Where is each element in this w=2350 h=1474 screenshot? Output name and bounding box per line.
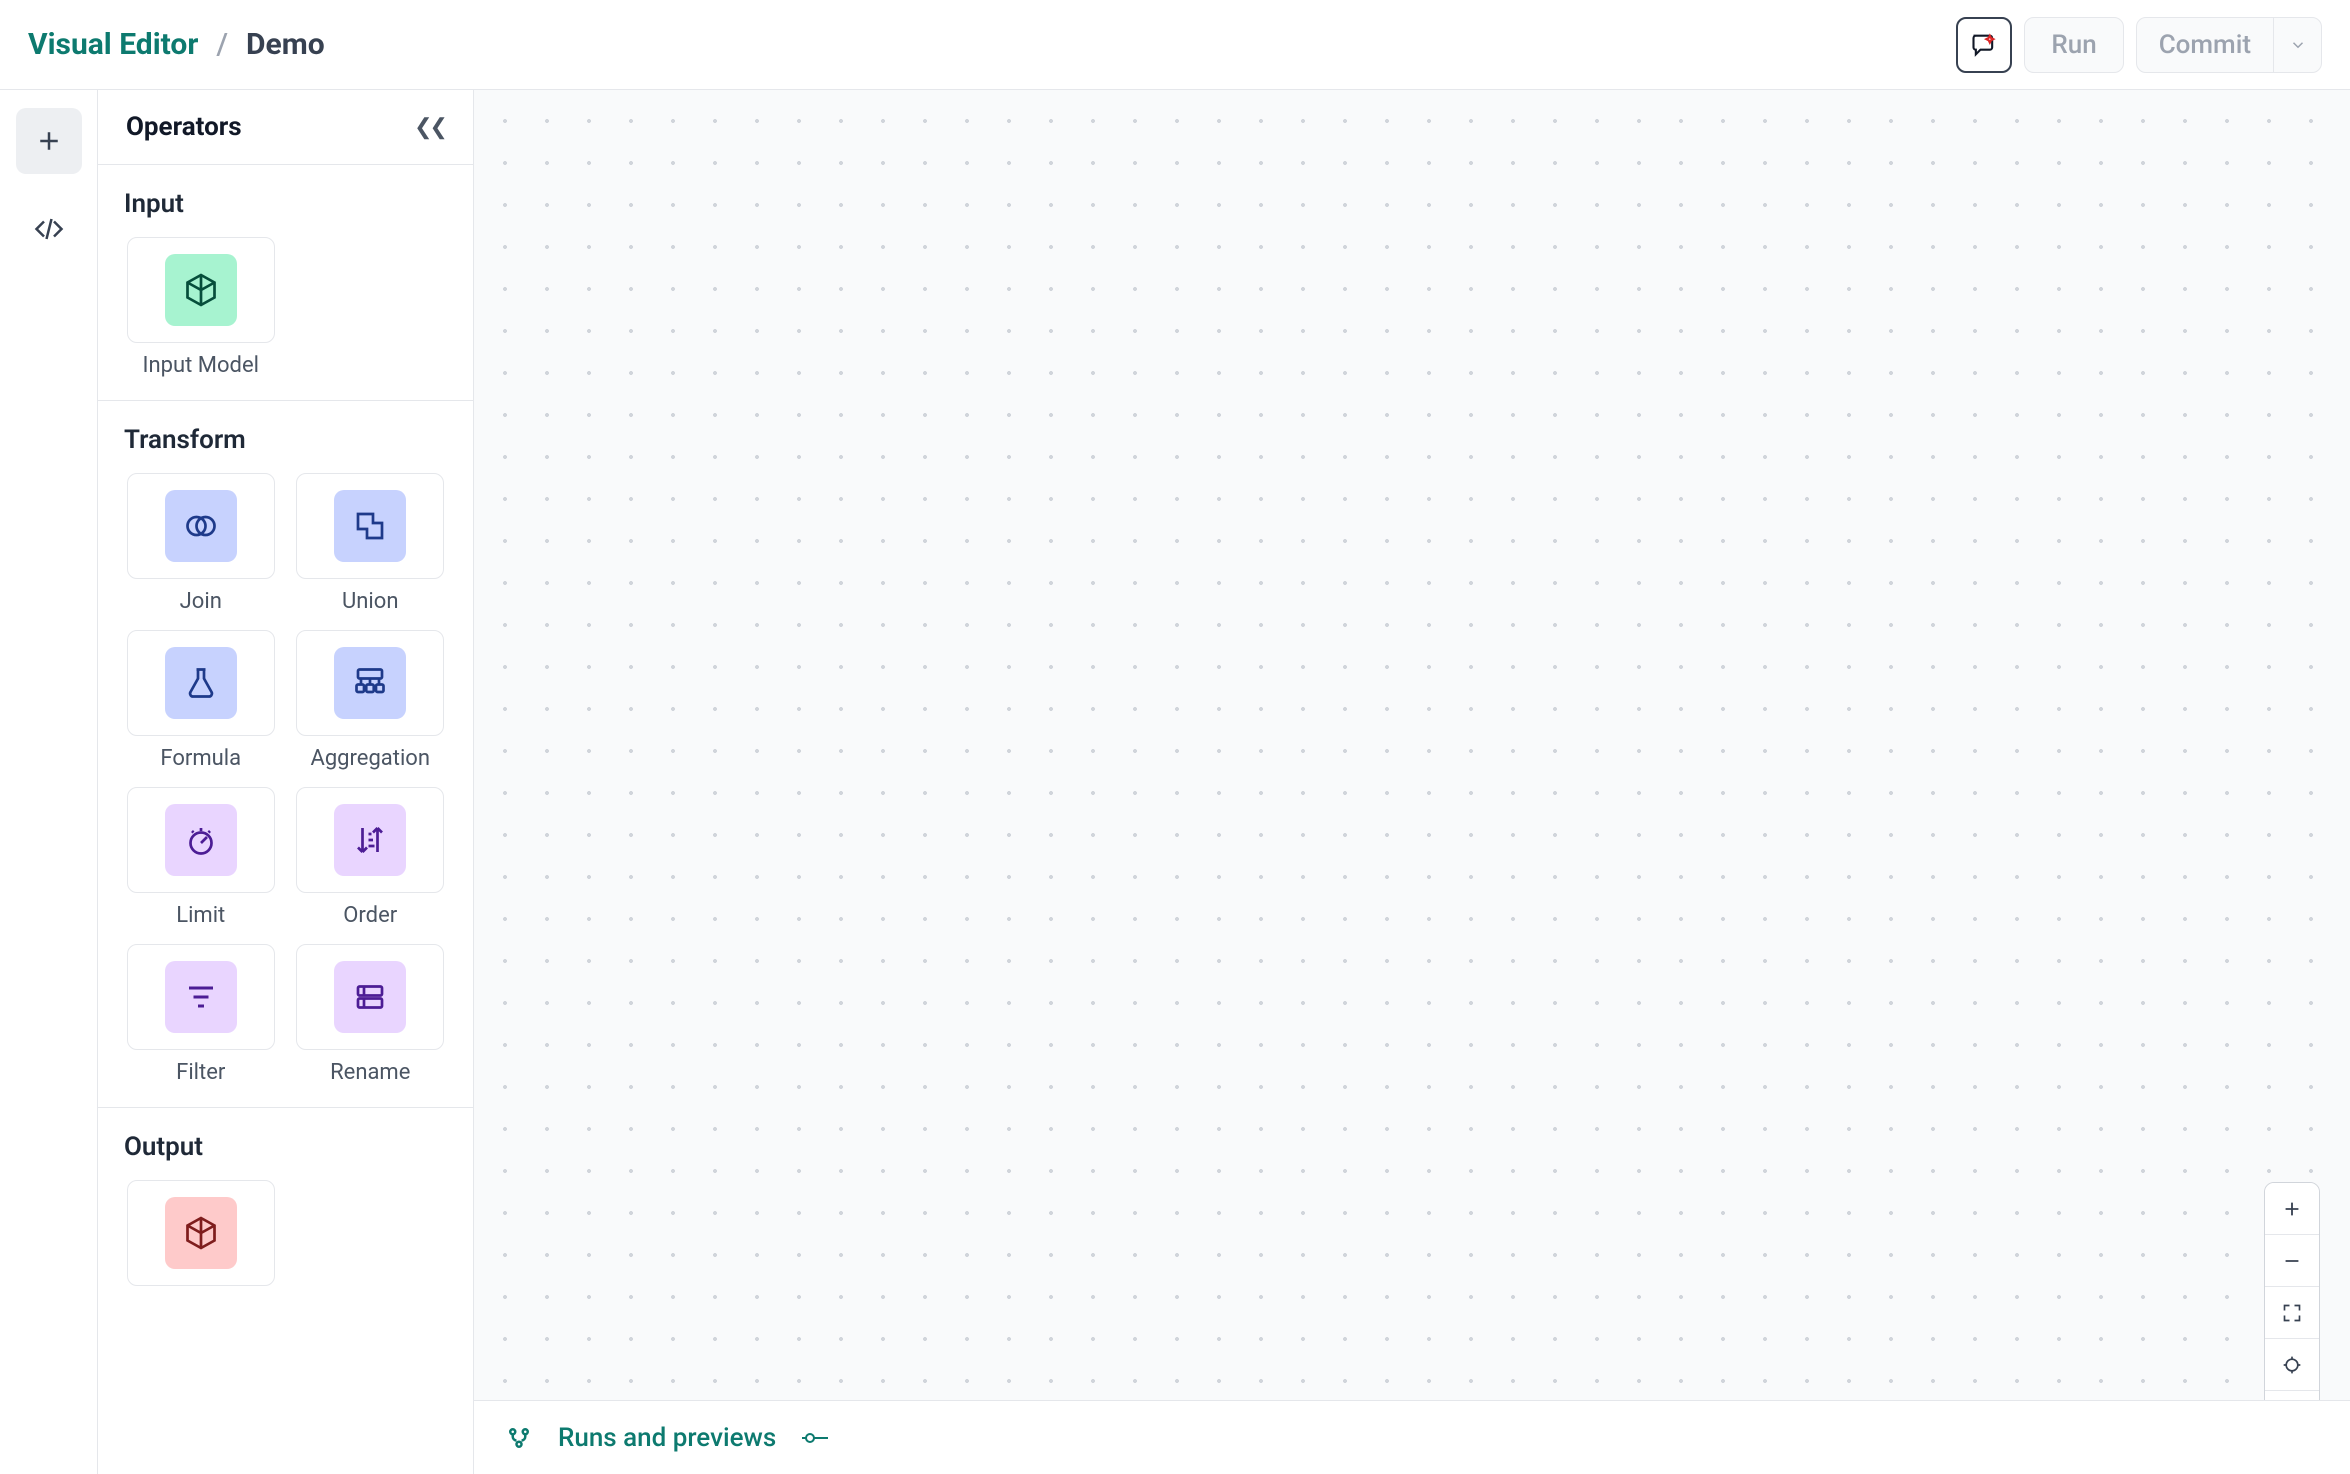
rail-add-operator[interactable] bbox=[16, 108, 82, 174]
section-input: Input Input Model bbox=[98, 165, 473, 401]
fit-view-button[interactable] bbox=[2265, 1287, 2319, 1339]
left-rail bbox=[0, 90, 98, 1474]
section-transform-title: Transform bbox=[124, 425, 447, 455]
operator-filter-label: Filter bbox=[176, 1060, 225, 1085]
commit-button[interactable]: Commit bbox=[2137, 18, 2273, 72]
chevron-down-icon bbox=[2289, 36, 2307, 54]
zoom-in-button[interactable] bbox=[2265, 1183, 2319, 1235]
breadcrumb-current: Demo bbox=[246, 27, 325, 62]
join-icon bbox=[183, 508, 219, 544]
filter-icon bbox=[183, 979, 219, 1015]
run-button-label: Run bbox=[2051, 30, 2096, 60]
operator-rename[interactable]: Rename bbox=[294, 944, 448, 1085]
canvas[interactable] bbox=[474, 90, 2350, 1474]
code-icon bbox=[34, 214, 64, 244]
operators-sidebar: Operators ❮❮ Input Input Model bbox=[98, 90, 474, 1474]
operator-output-model[interactable] bbox=[124, 1180, 278, 1286]
runs-previews-icon bbox=[504, 1423, 534, 1453]
commit-dropdown-caret[interactable] bbox=[2273, 18, 2321, 72]
operator-limit-label: Limit bbox=[176, 903, 225, 928]
operator-formula-label: Formula bbox=[160, 746, 241, 771]
operator-aggregation[interactable]: Aggregation bbox=[294, 630, 448, 771]
operator-order[interactable]: Order bbox=[294, 787, 448, 928]
zoom-out-button[interactable] bbox=[2265, 1235, 2319, 1287]
cube-icon bbox=[183, 272, 219, 308]
sidebar-title: Operators bbox=[126, 112, 242, 142]
center-view-button[interactable] bbox=[2265, 1339, 2319, 1391]
target-icon bbox=[2282, 1355, 2302, 1375]
breadcrumb-separator: / bbox=[216, 27, 228, 62]
commit-button-label: Commit bbox=[2159, 30, 2251, 60]
gauge-icon bbox=[183, 822, 219, 858]
operator-filter[interactable]: Filter bbox=[124, 944, 278, 1085]
operator-formula[interactable]: Formula bbox=[124, 630, 278, 771]
run-button[interactable]: Run bbox=[2024, 17, 2123, 73]
plus-icon bbox=[2281, 1198, 2303, 1220]
section-output-title: Output bbox=[124, 1132, 447, 1162]
rename-icon bbox=[352, 979, 388, 1015]
operator-rename-label: Rename bbox=[330, 1060, 410, 1085]
rail-code-view[interactable] bbox=[16, 196, 82, 262]
runs-previews-toggle[interactable] bbox=[800, 1428, 830, 1448]
sidebar-collapse-button[interactable]: ❮❮ bbox=[414, 115, 445, 140]
sort-icon bbox=[352, 822, 388, 858]
breadcrumbs: Visual Editor / Demo bbox=[28, 27, 325, 62]
operator-input-model[interactable]: Input Model bbox=[124, 237, 278, 378]
operator-union[interactable]: Union bbox=[294, 473, 448, 614]
operator-union-label: Union bbox=[342, 589, 398, 614]
operator-limit[interactable]: Limit bbox=[124, 787, 278, 928]
topbar: Visual Editor / Demo Run Commit bbox=[0, 0, 2350, 90]
operator-join-label: Join bbox=[180, 589, 222, 614]
collapse-left-icon: ❮❮ bbox=[414, 115, 445, 140]
operator-order-label: Order bbox=[343, 903, 397, 928]
section-input-title: Input bbox=[124, 189, 447, 219]
runs-previews-button[interactable]: Runs and previews bbox=[558, 1423, 776, 1453]
aggregation-icon bbox=[352, 665, 388, 701]
expand-icon bbox=[2282, 1303, 2302, 1323]
plus-icon bbox=[34, 126, 64, 156]
breadcrumb-root[interactable]: Visual Editor bbox=[28, 27, 198, 62]
operator-join[interactable]: Join bbox=[124, 473, 278, 614]
operator-input-model-label: Input Model bbox=[143, 353, 259, 378]
section-output: Output bbox=[98, 1108, 473, 1308]
feedback-button[interactable] bbox=[1956, 17, 2012, 73]
topbar-actions: Run Commit bbox=[1956, 17, 2322, 73]
bottom-bar: Runs and previews bbox=[474, 1400, 2350, 1474]
canvas-dot-grid bbox=[474, 90, 2350, 1474]
sidebar-header: Operators ❮❮ bbox=[98, 90, 473, 165]
cube-icon bbox=[183, 1215, 219, 1251]
section-transform: Transform Join Union bbox=[98, 401, 473, 1108]
flask-icon bbox=[183, 665, 219, 701]
feedback-sparkle-icon bbox=[1970, 31, 1998, 59]
operator-aggregation-label: Aggregation bbox=[310, 746, 430, 771]
minus-icon bbox=[2281, 1250, 2303, 1272]
commit-split-button: Commit bbox=[2136, 17, 2322, 73]
union-icon bbox=[352, 508, 388, 544]
